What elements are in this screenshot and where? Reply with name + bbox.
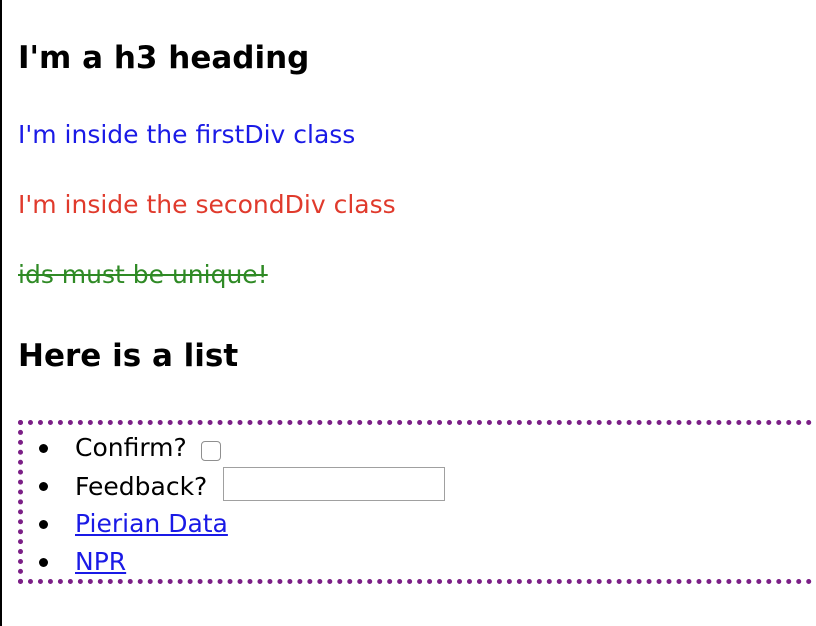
list-item-npr: NPR [38,543,445,581]
feedback-input[interactable] [223,467,446,501]
second-div-paragraph: I'm inside the secondDiv class [18,190,396,219]
list-item-confirm: Confirm? [38,429,445,467]
feedback-label: Feedback? [75,472,208,501]
bullet-list: Confirm? Feedback? Pierian Data NPR [38,429,446,581]
page-heading: I'm a h3 heading [18,40,310,76]
first-div-paragraph: I'm inside the firstDiv class [18,120,356,149]
pierian-data-link[interactable]: Pierian Data [75,509,228,538]
confirm-checkbox[interactable] [200,441,221,461]
ids-note-paragraph: ids must be unique! [18,260,268,289]
list-item-pierian-data: Pierian Data [38,505,445,543]
list-container: Confirm? Feedback? Pierian Data NPR [18,420,812,584]
list-heading: Here is a list [18,338,239,374]
list-item-feedback: Feedback? [38,467,446,505]
page-left-border [0,0,2,626]
confirm-label: Confirm? [75,433,187,462]
npr-link[interactable]: NPR [75,547,126,576]
